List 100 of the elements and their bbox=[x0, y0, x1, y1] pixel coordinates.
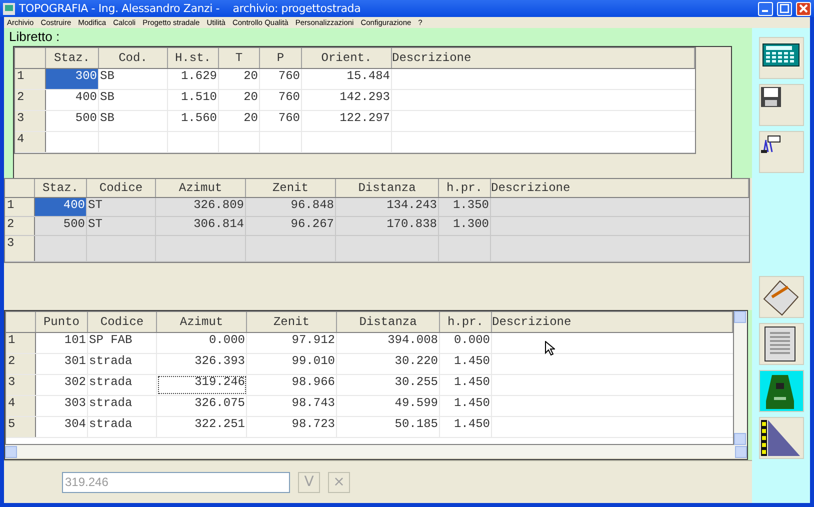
table-cell: 99.010 bbox=[247, 354, 337, 374]
column-header[interactable]: Azimut bbox=[156, 179, 246, 197]
column-header[interactable]: T bbox=[219, 48, 260, 68]
table-cell: 1.450 bbox=[440, 417, 492, 437]
table-cell: strada bbox=[88, 375, 157, 395]
table-cell: ST bbox=[87, 198, 156, 216]
table-cell: 301 bbox=[36, 354, 88, 374]
table-cell: 96.848 bbox=[246, 198, 336, 216]
table-cell: 1.300 bbox=[439, 217, 491, 235]
table-cell: 98.743 bbox=[247, 396, 337, 416]
table-cell: ST bbox=[87, 217, 156, 235]
table-cell: strada bbox=[88, 417, 157, 437]
column-header[interactable]: Zenit bbox=[246, 179, 336, 197]
table-cell: 20 bbox=[219, 111, 260, 131]
row-number: 4 bbox=[15, 132, 46, 152]
table-cell: SB bbox=[99, 90, 168, 110]
table-cell: 1.560 bbox=[168, 111, 219, 131]
table-cell: 304 bbox=[36, 417, 88, 437]
table-cell: 326.075 bbox=[157, 396, 247, 416]
table-cell: 50.185 bbox=[337, 417, 440, 437]
table-cell: 96.267 bbox=[246, 217, 336, 235]
column-header[interactable]: Staz. bbox=[35, 179, 87, 197]
table-cell: 142.293 bbox=[302, 90, 392, 110]
table-cell: 760 bbox=[260, 69, 302, 89]
column-header[interactable]: Cod. bbox=[99, 48, 168, 68]
table-cell: 1.450 bbox=[440, 396, 492, 416]
column-header[interactable]: Zenit bbox=[247, 312, 337, 332]
column-header[interactable]: Codice bbox=[87, 179, 156, 197]
table-cell: 134.243 bbox=[336, 198, 439, 216]
table-cell: 1.450 bbox=[440, 354, 492, 374]
table-cell: 30.255 bbox=[337, 375, 440, 395]
mouse-cursor-icon bbox=[545, 341, 555, 356]
table-cell: 1.450 bbox=[440, 375, 492, 395]
table-cell: 303 bbox=[36, 396, 88, 416]
column-header[interactable]: Staz. bbox=[46, 48, 99, 68]
minimize-button[interactable] bbox=[758, 2, 773, 16]
row-number: 5 bbox=[6, 417, 36, 437]
table-cell: 1.510 bbox=[168, 90, 219, 110]
maximize-button[interactable] bbox=[777, 2, 792, 16]
table-cell: SB bbox=[99, 69, 168, 89]
panel-title: Libretto : bbox=[9, 28, 61, 46]
column-header[interactable]: P bbox=[260, 48, 302, 68]
column-header[interactable]: Descrizione bbox=[491, 179, 749, 197]
horizontal-scrollbar[interactable] bbox=[5, 445, 747, 458]
column-header[interactable]: Distanza bbox=[336, 179, 439, 197]
table-cell: 122.297 bbox=[302, 111, 392, 131]
column-header[interactable]: Orient. bbox=[302, 48, 392, 68]
table-cell: 319.246 bbox=[157, 375, 247, 395]
table-cell: SB bbox=[99, 111, 168, 131]
table-cell: 326.809 bbox=[156, 198, 246, 216]
column-header[interactable]: Descrizione bbox=[392, 48, 695, 68]
table-cell: 101 bbox=[36, 333, 88, 353]
column-header[interactable]: Azimut bbox=[157, 312, 247, 332]
table-cell: 300 bbox=[46, 69, 99, 89]
row-number: 2 bbox=[5, 217, 35, 235]
table-cell: 49.599 bbox=[337, 396, 440, 416]
table-cell: 306.814 bbox=[156, 217, 246, 235]
column-header[interactable]: Punto bbox=[36, 312, 88, 332]
row-number: 3 bbox=[15, 111, 46, 131]
table-cell: 0.000 bbox=[440, 333, 492, 353]
table-cell: 1.350 bbox=[439, 198, 491, 216]
table-cell: 500 bbox=[46, 111, 99, 131]
table-cell: SP FAB bbox=[88, 333, 157, 353]
table-cell: 15.484 bbox=[302, 69, 392, 89]
table-cell: 98.723 bbox=[247, 417, 337, 437]
table-cell: 326.393 bbox=[157, 354, 247, 374]
table-cell: 20 bbox=[219, 69, 260, 89]
table-cell: strada bbox=[88, 396, 157, 416]
row-number: 3 bbox=[6, 375, 36, 395]
table-cell: 322.251 bbox=[157, 417, 247, 437]
window-title: TOPOGRAFIA - Ing. Alessandro Zanzi - archivio: progettostrada bbox=[19, 2, 362, 15]
column-header[interactable]: Descrizione bbox=[492, 312, 733, 332]
column-header[interactable]: H.st. bbox=[168, 48, 219, 68]
table-cell: 302 bbox=[36, 375, 88, 395]
maximize-icon bbox=[780, 4, 789, 13]
row-number: 1 bbox=[6, 333, 36, 353]
table-cell: 170.838 bbox=[336, 217, 439, 235]
table-cell: 394.008 bbox=[337, 333, 440, 353]
column-header[interactable]: h.pr. bbox=[439, 179, 491, 197]
row-number: 1 bbox=[15, 69, 46, 89]
row-number: 1 bbox=[5, 198, 35, 216]
table-cell: 0.000 bbox=[157, 333, 247, 353]
column-header[interactable]: Codice bbox=[88, 312, 157, 332]
column-header[interactable]: Distanza bbox=[337, 312, 440, 332]
row-number: 4 bbox=[6, 396, 36, 416]
table-cell: 400 bbox=[46, 90, 99, 110]
close-button[interactable] bbox=[796, 2, 811, 16]
app-icon bbox=[3, 2, 15, 14]
table-cell: 500 bbox=[35, 217, 87, 235]
vertical-scrollbar[interactable] bbox=[734, 311, 747, 445]
table-cell: strada bbox=[88, 354, 157, 374]
close-icon bbox=[799, 4, 808, 13]
column-header[interactable]: h.pr. bbox=[440, 312, 492, 332]
table-cell: 760 bbox=[260, 111, 302, 131]
table-cell: 20 bbox=[219, 90, 260, 110]
table-cell: 98.966 bbox=[247, 375, 337, 395]
table-cell: 760 bbox=[260, 90, 302, 110]
row-number: 3 bbox=[5, 236, 35, 261]
corner-cell bbox=[6, 312, 36, 332]
table-cell: 1.629 bbox=[168, 69, 219, 89]
